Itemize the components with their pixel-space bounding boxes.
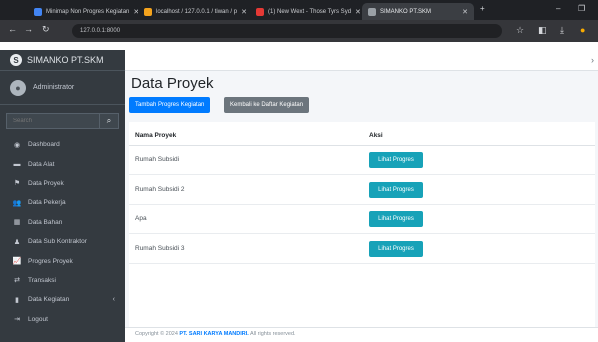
sidebar-item-label: Transaksi <box>28 276 56 284</box>
search-icon[interactable]: ⌕ <box>99 113 119 129</box>
sidebar-item-progres-proyek[interactable]: 📈 Progres Proyek <box>0 251 125 270</box>
project-name: Rumah Subsidi <box>135 156 180 163</box>
sidebar-item-label: Data Kegiatan <box>28 296 70 304</box>
brand-logo[interactable]: S SIMANKO PT.SKM <box>0 50 125 71</box>
browser-tab-bar: Minimap Non Progres Kegiatan ✕ localhost… <box>0 0 598 20</box>
close-tab-icon[interactable]: ✕ <box>458 8 468 16</box>
sidebar-item-label: Data Alat <box>28 160 55 168</box>
new-tab-icon[interactable]: + <box>480 4 485 13</box>
main-content: Data Proyek Tambah Progres Kegiatan Kemb… <box>125 71 598 342</box>
browser-tab-3[interactable]: (1) New Wext - Those Tyrs Syd ✕ <box>250 3 362 20</box>
column-header-name: Nama Proyek <box>135 132 177 139</box>
tools-icon: ▬ <box>13 160 21 168</box>
table-row: Apa Lihat Progres <box>129 205 595 234</box>
tab-label: (1) New Wext - Those Tyrs Syd <box>268 8 352 15</box>
extensions-icon[interactable]: ◧ <box>538 25 547 36</box>
search-input[interactable] <box>6 113 99 129</box>
cubes-icon: ▦ <box>13 219 21 227</box>
tab-favicon-icon <box>368 7 376 16</box>
footer-company[interactable]: PT. SARI KARYA MANDIRI. <box>179 331 248 337</box>
forward-icon[interactable]: → <box>24 24 33 34</box>
logo-icon: S <box>10 54 22 66</box>
chevron-left-icon: ‹ <box>112 296 115 304</box>
top-navbar: › <box>125 50 598 71</box>
minimize-icon[interactable]: – <box>556 4 560 13</box>
sidebar-item-logout[interactable]: ⇥ Logout <box>0 310 125 329</box>
view-progress-button[interactable]: Lihat Progres <box>369 181 423 198</box>
footer-copyright: Copyright © 2024 <box>135 331 180 337</box>
chart-line-icon: 📈 <box>12 258 22 266</box>
sidebar-item-data-bahan[interactable]: ▦ Data Bahan <box>0 213 125 232</box>
reload-icon[interactable]: ↻ <box>42 24 50 35</box>
sidebar-item-dashboard[interactable]: ◉ Dashboard <box>0 135 125 154</box>
back-to-activities-button[interactable]: Kembali ke Daftar Kegiatan <box>224 97 310 113</box>
sidebar-item-label: Dashboard <box>28 141 60 149</box>
project-name: Apa <box>135 215 147 222</box>
tab-favicon-icon <box>34 7 42 16</box>
maximize-icon[interactable]: ❐ <box>578 4 585 13</box>
project-name: Rumah Subsidi 3 <box>135 244 185 252</box>
project-icon: ⚑ <box>13 180 21 188</box>
tab-favicon-icon <box>144 7 152 16</box>
project-name: Rumah Subsidi 2 <box>135 185 185 193</box>
tab-label: Minimap Non Progres Kegiatan <box>46 8 130 15</box>
bookmark-star-icon[interactable]: ☆ <box>516 25 524 36</box>
footer-rights: All rights reserved. <box>248 331 296 337</box>
sidebar-item-label: Data Pekerja <box>28 199 66 207</box>
sidebar-item-data-alat[interactable]: ▬ Data Alat <box>0 154 125 173</box>
tab-label: SIMANKO PT.SKM <box>380 8 432 15</box>
tachometer-icon: ◉ <box>13 141 21 149</box>
close-tab-icon[interactable]: ✕ <box>237 8 247 16</box>
sidebar-search: ⌕ <box>6 113 119 129</box>
sidebar-item-data-pekerja[interactable]: 👥 Data Pekerja <box>0 193 125 212</box>
add-progress-button[interactable]: Tambah Progres Kegiatan <box>129 97 211 113</box>
footer: Copyright © 2024 PT. SARI KARYA MANDIRI.… <box>125 327 598 342</box>
sidebar-item-data-kegiatan[interactable]: ▮ Data Kegiatan ‹ <box>0 290 125 309</box>
back-icon[interactable]: ← <box>8 24 17 34</box>
brand-text: SIMANKO PT.SKM <box>27 55 104 65</box>
sidebar-item-data-sub-kontraktor[interactable]: ♟ Data Sub Kontraktor <box>0 232 125 251</box>
sidebar-item-label: Progres Proyek <box>28 257 73 265</box>
close-tab-icon[interactable]: ✕ <box>129 8 138 16</box>
page-title: Data Proyek <box>131 75 214 92</box>
view-progress-button[interactable]: Lihat Progres <box>369 152 423 168</box>
user-panel[interactable]: ● Administrator <box>0 71 125 105</box>
sidebar-item-transaksi[interactable]: ⇄ Transaksi <box>0 271 125 290</box>
table-row: Rumah Subsidi 3 Lihat Progres <box>129 235 595 264</box>
expand-icon[interactable]: › <box>591 55 594 65</box>
sidebar-item-label: Data Bahan <box>28 218 63 226</box>
avatar: ● <box>10 79 26 96</box>
sidebar-item-label: Data Proyek <box>28 179 64 187</box>
project-table: Nama Proyek Aksi Rumah Subsidi Lihat Prog… <box>129 122 595 327</box>
table-row: Rumah Subsidi Lihat Progres <box>129 146 595 175</box>
sidebar-item-label: Logout <box>28 315 48 323</box>
logout-icon: ⇥ <box>14 316 20 324</box>
close-tab-icon[interactable]: ✕ <box>351 8 361 16</box>
sidebar-item-label: Data Sub Kontraktor <box>28 238 87 246</box>
user-tie-icon: ♟ <box>13 238 21 246</box>
view-progress-button[interactable]: Lihat Progres <box>369 211 423 227</box>
profile-icon[interactable]: ● <box>580 25 585 35</box>
browser-toolbar: ← → ↻ 127.0.0.1:8000 ☆ ◧ ⤓ ● <box>0 20 598 42</box>
url-field[interactable]: 127.0.0.1:8000 <box>72 24 502 38</box>
tab-label: localhost / 127.0.0.1 / tiwan / p <box>156 8 238 15</box>
book-icon: ▮ <box>15 296 19 304</box>
column-header-action: Aksi <box>369 132 383 139</box>
browser-tab-active[interactable]: SIMANKO PT.SKM ✕ <box>362 3 474 20</box>
browser-tab-2[interactable]: localhost / 127.0.0.1 / tiwan / p ✕ <box>138 3 250 20</box>
browser-tab-1[interactable]: Minimap Non Progres Kegiatan ✕ <box>28 3 138 20</box>
tab-favicon-icon <box>256 7 264 16</box>
download-icon[interactable]: ⤓ <box>560 25 564 36</box>
sidebar: ● Administrator ⌕ ◉ Dashboard ▬ Data Alat ⚑ D… <box>0 71 125 342</box>
users-icon: 👥 <box>12 199 22 207</box>
table-row: Rumah Subsidi 2 Lihat Progres <box>129 176 595 205</box>
exchange-icon: ⇄ <box>14 277 20 285</box>
sidebar-nav: ◉ Dashboard ▬ Data Alat ⚑ Data Proyek 👥 Data Pe… <box>0 135 125 329</box>
sidebar-item-data-proyek[interactable]: ⚑ Data Proyek <box>0 174 125 193</box>
view-progress-button[interactable]: Lihat Progres <box>369 240 423 257</box>
user-name: Administrator <box>33 84 75 91</box>
